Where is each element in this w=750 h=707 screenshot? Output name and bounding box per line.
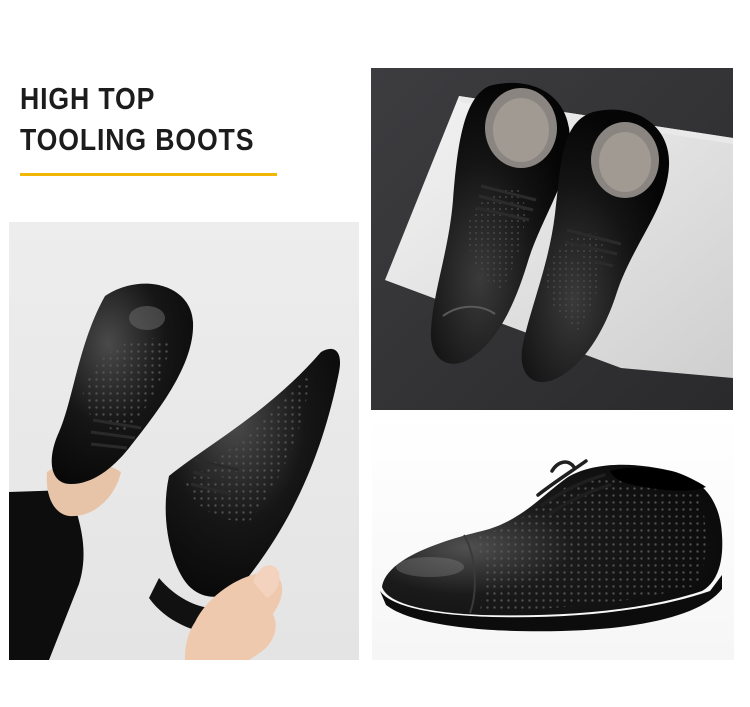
photo-shoes-worn-and-held bbox=[9, 222, 359, 660]
product-page: HIGH TOP TOOLING BOOTS bbox=[0, 0, 750, 707]
photo-shoes-on-laptop bbox=[371, 68, 733, 410]
headline: HIGH TOP TOOLING BOOTS bbox=[20, 78, 254, 160]
headline-line-2: TOOLING BOOTS bbox=[20, 122, 255, 157]
photo-shoe-side-view bbox=[372, 415, 734, 660]
headline-line-1: HIGH TOP bbox=[20, 81, 156, 116]
headline-underline bbox=[20, 173, 277, 176]
